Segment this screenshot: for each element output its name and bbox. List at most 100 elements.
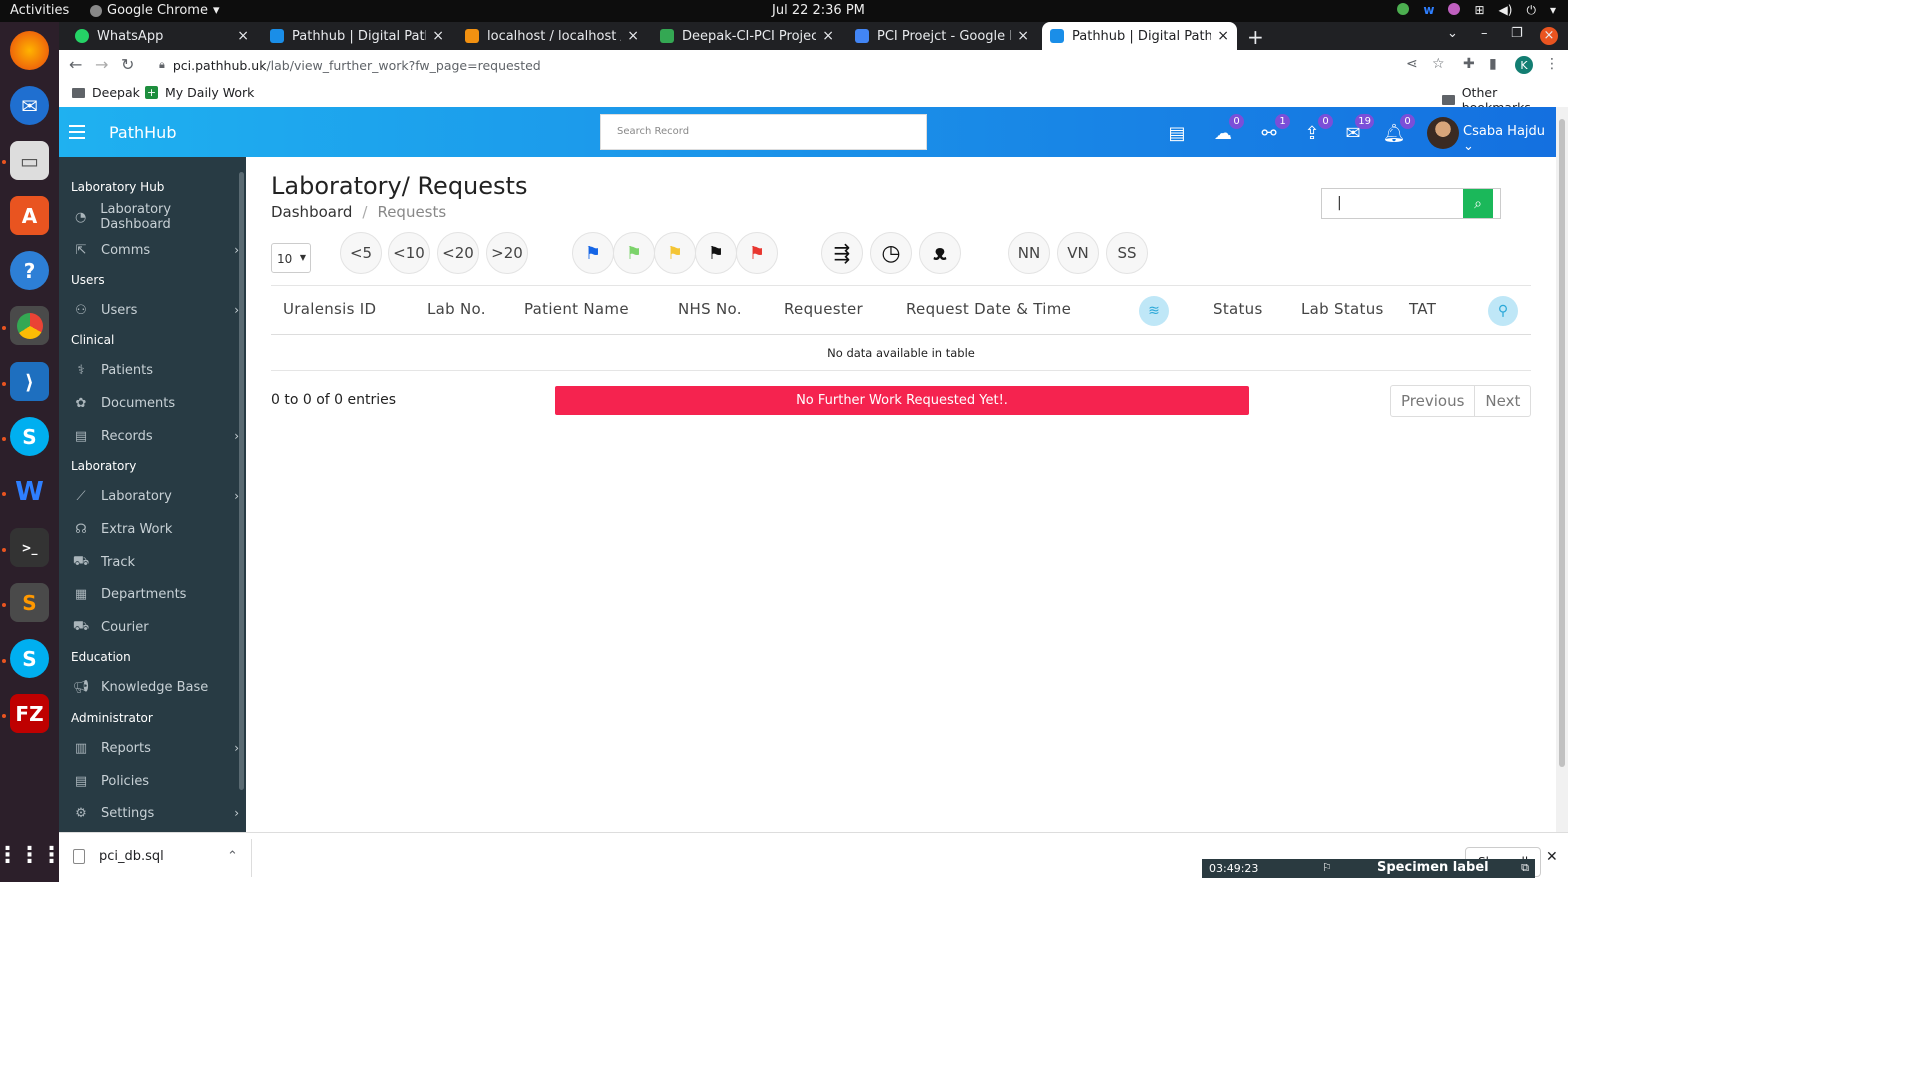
firefox-icon[interactable]: [10, 31, 49, 70]
activities-button[interactable]: Activities: [10, 3, 69, 18]
filter-ss[interactable]: SS: [1106, 232, 1148, 274]
column-tat[interactable]: TAT: [1409, 300, 1436, 318]
column-uralensis-id[interactable]: Uralensis ID: [283, 300, 376, 318]
filezilla-icon[interactable]: FZ: [10, 694, 49, 733]
network-icon[interactable]: ⊞: [1474, 3, 1484, 18]
brand-logo[interactable]: PathHub: [109, 123, 176, 142]
mail-icon[interactable]: ✉ 19: [1342, 114, 1374, 144]
lock-icon[interactable]: 🔒︎: [159, 58, 165, 72]
sidebar-item-users[interactable]: ⚇ Users ›: [73, 299, 239, 321]
flag-filter-yellow[interactable]: ⚑: [654, 232, 696, 274]
tat-filter-gt20[interactable]: >20: [486, 232, 528, 274]
window-close-icon[interactable]: ×: [1540, 27, 1558, 45]
flag-filter-black[interactable]: ⚑: [695, 232, 737, 274]
sidebar-item-records[interactable]: ▤ Records ›: [73, 425, 239, 447]
bell-icon[interactable]: 🔔︎ 0: [1383, 114, 1415, 144]
sidebar-item-track[interactable]: ⛟ Track: [73, 551, 239, 573]
sidebar-item-settings[interactable]: ⚙ Settings ›: [73, 802, 239, 824]
sidebar-item-extra-work[interactable]: ☊ Extra Work: [73, 518, 239, 540]
next-button[interactable]: Next: [1474, 386, 1530, 416]
sidebar-item-lab-dashboard[interactable]: ◔ Laboratory Dashboard: [73, 202, 239, 232]
bookmark-deepak[interactable]: Deepak: [72, 85, 140, 100]
tab-search-icon[interactable]: ⌄: [1447, 26, 1458, 41]
column-requester[interactable]: Requester: [784, 300, 863, 318]
bookmark-my-daily-work[interactable]: + My Daily Work: [145, 85, 254, 100]
chevron-up-icon[interactable]: ⌃: [227, 849, 238, 864]
clock[interactable]: Jul 22 2:36 PM: [772, 3, 865, 18]
sidebar-item-reports[interactable]: ▥ Reports ›: [73, 737, 239, 759]
scrollbar-thumb[interactable]: [1559, 119, 1565, 767]
close-icon[interactable]: ×: [1017, 28, 1029, 44]
sidebar-scrollbar[interactable]: [239, 172, 244, 790]
back-icon[interactable]: ←: [69, 55, 82, 74]
link-icon[interactable]: ⚯ 1: [1258, 114, 1290, 144]
volume-icon[interactable]: ◀): [1499, 3, 1513, 18]
app-tray-icon[interactable]: w: [1423, 3, 1434, 18]
system-tray[interactable]: w ⊞ ◀) ⏻ ▾: [1397, 3, 1556, 18]
column-nhs-no[interactable]: NHS No.: [678, 300, 742, 318]
flag-filter-blue[interactable]: ⚑: [572, 232, 614, 274]
specimen-label-widget[interactable]: 03:49:23 ⚐ Specimen label ⧉: [1202, 859, 1535, 878]
minimize-icon[interactable]: –: [1481, 26, 1488, 41]
chevron-down-icon[interactable]: ▾: [1550, 3, 1556, 18]
help-icon[interactable]: ?: [10, 251, 49, 290]
thunderbird-icon[interactable]: ✉: [10, 86, 49, 125]
flag-filter-red[interactable]: ⚑: [736, 232, 778, 274]
user-avatar[interactable]: [1427, 117, 1459, 149]
column-lab-status[interactable]: Lab Status: [1301, 300, 1384, 318]
breadcrumb-dashboard[interactable]: Dashboard: [271, 203, 352, 221]
address-bar[interactable]: 🔒︎ pci.pathhub.uk/lab/view_further_work?…: [149, 52, 1579, 78]
tat-filter-lt10[interactable]: <10: [388, 232, 430, 274]
add-request-icon[interactable]: ▤: [1166, 122, 1188, 144]
wps-icon[interactable]: W: [10, 472, 49, 511]
clock-filter[interactable]: ◷: [870, 232, 912, 274]
column-request-date[interactable]: Request Date & Time: [906, 300, 1071, 318]
layers-icon[interactable]: ≋: [1139, 296, 1169, 326]
profile-avatar[interactable]: K: [1515, 56, 1533, 74]
forward-icon[interactable]: →: [95, 55, 108, 74]
table-search-button[interactable]: ⌕: [1463, 189, 1493, 218]
show-apps-icon[interactable]: ⋮⋮⋮: [0, 836, 63, 875]
page-size-select[interactable]: 10 ▼: [271, 243, 311, 273]
sidebar-item-comms[interactable]: ⇱ Comms ›: [73, 239, 239, 261]
tab-pathhub[interactable]: Pathhub | Digital Patholo ×: [262, 22, 452, 50]
close-icon[interactable]: ×: [237, 28, 249, 44]
tab-whatsapp[interactable]: WhatsApp ×: [67, 22, 257, 50]
user-menu[interactable]: Csaba Hajdu ⌄: [1463, 124, 1556, 154]
color-picker-icon[interactable]: [1448, 3, 1461, 15]
sidebar-item-documents[interactable]: ✿ Documents: [73, 392, 239, 414]
vscode-icon[interactable]: ⟩: [10, 362, 49, 401]
page-scrollbar[interactable]: [1556, 107, 1568, 832]
files-icon[interactable]: ▭: [10, 141, 49, 180]
sidebar-item-knowledge-base[interactable]: 📢︎ Knowledge Base: [73, 676, 239, 698]
upload-icon[interactable]: ☁ 0: [1212, 114, 1244, 144]
new-tab-button[interactable]: +: [1247, 25, 1264, 49]
ribbon-filter[interactable]: ᴥ: [919, 232, 961, 274]
filter-vn[interactable]: VN: [1057, 232, 1099, 274]
flag-filter-green[interactable]: ⚑: [613, 232, 655, 274]
previous-button[interactable]: Previous: [1391, 386, 1474, 416]
close-icon[interactable]: ×: [627, 28, 639, 44]
sidebar-item-departments[interactable]: ▦ Departments: [73, 583, 239, 605]
tab-drive[interactable]: Deepak-CI-PCI Project - Go ×: [652, 22, 842, 50]
column-status[interactable]: Status: [1213, 300, 1263, 318]
extensions-icon[interactable]: ✚: [1463, 56, 1475, 72]
tat-filter-lt20[interactable]: <20: [437, 232, 479, 274]
sublime-icon[interactable]: S: [10, 583, 49, 622]
skype-icon[interactable]: S: [10, 417, 49, 456]
menu-icon[interactable]: ⋮: [1545, 56, 1559, 72]
power-icon[interactable]: ⏻: [1526, 3, 1536, 18]
search-record-input[interactable]: Search Record: [600, 114, 927, 150]
side-panel-icon[interactable]: ▮: [1489, 56, 1497, 72]
close-icon[interactable]: ✕: [1546, 849, 1558, 865]
share-icon[interactable]: ⋖: [1406, 56, 1418, 72]
bookmark-star-icon[interactable]: ☆: [1432, 56, 1445, 72]
close-icon[interactable]: ×: [432, 28, 444, 44]
software-center-icon[interactable]: A: [10, 196, 49, 235]
tab-phpmyadmin[interactable]: localhost / localhost / pci_ ×: [457, 22, 647, 50]
shield-icon[interactable]: [1397, 3, 1410, 15]
transfer-filter[interactable]: ⇶: [821, 232, 863, 274]
skype-icon[interactable]: S: [10, 639, 49, 678]
column-lab-no[interactable]: Lab No.: [427, 300, 486, 318]
reload-icon[interactable]: ↻: [121, 55, 134, 74]
